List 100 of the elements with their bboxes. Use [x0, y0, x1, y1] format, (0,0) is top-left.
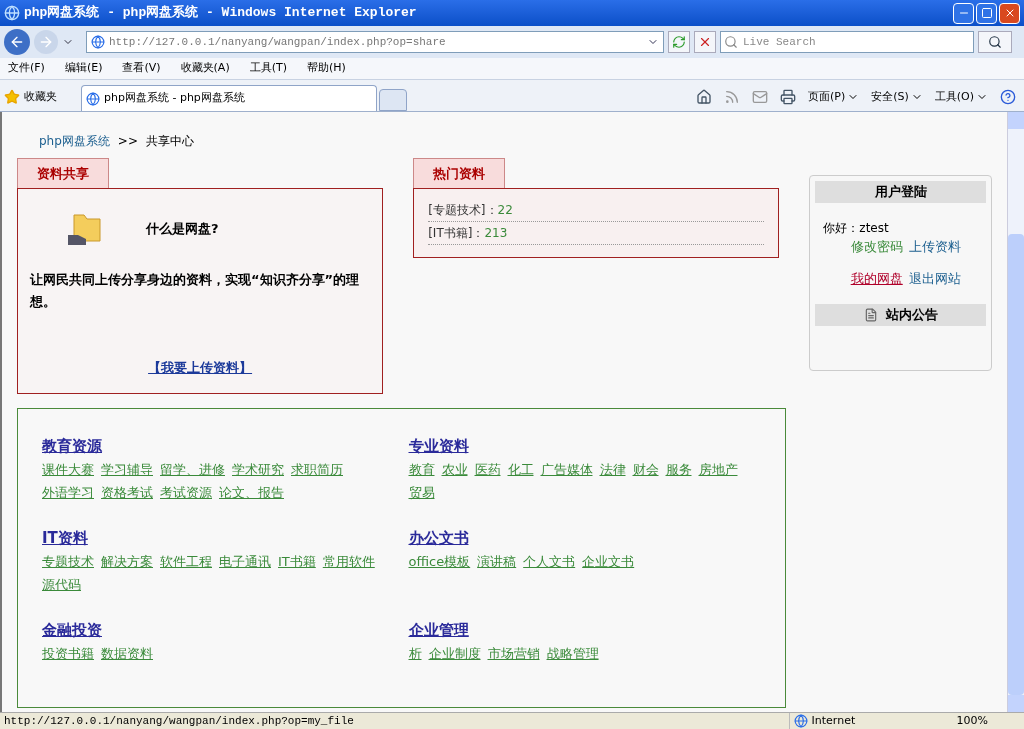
count-text: 22 [497, 202, 513, 219]
category-link[interactable]: office模板 [408, 551, 471, 571]
category-link[interactable]: 教育 [408, 459, 435, 479]
category-link[interactable]: 企业文书 [582, 551, 635, 571]
box-title: 用户登陆 [815, 181, 986, 203]
category-link[interactable]: 房地产 [698, 459, 738, 479]
browser-icon [4, 5, 20, 21]
browser-tab[interactable]: php网盘系统 - php网盘系统 [81, 85, 377, 111]
category-link[interactable]: 源代码 [42, 575, 81, 595]
category-link[interactable]: 课件大赛 [42, 459, 94, 479]
refresh-icon [672, 35, 686, 49]
category-link[interactable]: 农业 [441, 459, 468, 479]
category-link[interactable]: 留学、进修 [160, 459, 225, 479]
category-link[interactable]: 考试资源 [160, 483, 212, 503]
greeting-text: 你好：ztest [822, 220, 890, 237]
account-link[interactable]: 修改密码 [850, 237, 903, 257]
command-menu[interactable]: 工具(O) [934, 88, 988, 106]
category-link[interactable]: 资格考试 [101, 483, 153, 503]
maximize-button[interactable] [976, 2, 997, 24]
breadcrumb-current: 共享中心 [145, 133, 194, 150]
category-link[interactable]: 电子通讯 [219, 551, 271, 571]
category-link[interactable]: 财会 [632, 459, 659, 479]
category-link[interactable]: 数据资料 [101, 643, 153, 663]
stop-button[interactable] [694, 31, 716, 53]
new-tab-button[interactable] [379, 89, 407, 111]
favorites-star-icon[interactable] [4, 89, 20, 105]
category-link[interactable]: 投资书籍 [42, 643, 94, 663]
notice-title-text: 站内公告 [885, 306, 938, 325]
close-button[interactable] [999, 2, 1020, 24]
category-title[interactable]: 教育资源 [42, 437, 102, 455]
menu-item[interactable]: 帮助(H) [307, 60, 346, 77]
category-link[interactable]: 演讲稿 [477, 551, 517, 571]
category-link[interactable]: 医药 [474, 459, 501, 479]
category-link[interactable]: 战略管理 [546, 643, 599, 663]
menu-item[interactable]: 收藏夹(A) [180, 60, 230, 77]
breadcrumb-link[interactable]: php网盘系统 [39, 132, 110, 150]
stop-icon [698, 35, 712, 49]
category-link[interactable]: 学习辅导 [101, 459, 153, 479]
zoom-level[interactable]: 100% [956, 712, 1020, 729]
menu-item[interactable]: 查看(V) [122, 60, 161, 77]
feed-icon[interactable] [723, 89, 740, 105]
category-link[interactable]: 学术研究 [232, 459, 284, 479]
category-title[interactable]: 办公文书 [408, 529, 469, 547]
panel-heading: 什么是网盘? [146, 220, 219, 239]
account-link[interactable]: 我的网盘 [850, 268, 903, 288]
search-icon [988, 35, 1002, 49]
page-globe-icon [86, 91, 100, 106]
category-link[interactable]: 求职简历 [291, 459, 343, 479]
maximize-icon [980, 7, 993, 19]
category-link[interactable]: 软件工程 [160, 551, 212, 571]
address-field[interactable]: http://127.0.0.1/nanyang/wangpan/index.php?op=share [86, 31, 664, 53]
account-link[interactable]: 退出网站 [908, 268, 961, 288]
search-field[interactable]: Live Search [720, 31, 974, 53]
command-menu[interactable]: 安全(S) [871, 88, 923, 106]
favorites-button[interactable]: 收藏夹 [24, 88, 57, 106]
help-icon[interactable] [1000, 89, 1016, 105]
back-button[interactable] [4, 29, 30, 55]
category-link[interactable]: 法律 [599, 459, 626, 479]
menu-item[interactable]: 文件(F) [8, 60, 45, 77]
category-link[interactable]: 论文、报告 [219, 483, 284, 503]
zone-text: Internet [811, 712, 856, 729]
refresh-button[interactable] [668, 31, 690, 53]
category-link[interactable]: 企业制度 [428, 643, 481, 663]
category-title[interactable]: 金融投资 [42, 621, 102, 639]
scrollbar[interactable] [1007, 112, 1024, 712]
page-globe-icon [91, 35, 105, 49]
category-label: [IT书籍]： [428, 225, 485, 242]
category-link[interactable]: 贸易 [408, 483, 435, 503]
print-icon[interactable] [779, 89, 796, 105]
category-title[interactable]: 企业管理 [408, 621, 469, 639]
account-link[interactable]: 上传资料 [908, 237, 961, 257]
notice-icon [863, 308, 878, 322]
category-link[interactable]: 外语学习 [42, 483, 94, 503]
home-icon[interactable] [695, 89, 712, 105]
count-text: 213 [484, 225, 508, 242]
upload-link[interactable]: 【我要上传资料】 [148, 357, 253, 377]
category-label: [专题技术]： [428, 202, 498, 219]
menu-item[interactable]: 编辑(E) [64, 60, 103, 77]
command-menu[interactable]: 页面(P) [807, 88, 860, 106]
internet-zone-icon [793, 714, 808, 728]
description-text: 让网民共同上传分享身边的资料，实现“知识齐分享”的理想。 [28, 271, 361, 311]
category-link[interactable]: 化工 [507, 459, 534, 479]
category-link[interactable]: IT书籍 [278, 551, 316, 571]
category-title[interactable]: 专业资料 [408, 437, 469, 455]
category-link[interactable]: 个人文书 [523, 551, 576, 571]
menu-item[interactable]: 工具(T) [249, 60, 287, 77]
mail-icon[interactable] [751, 89, 768, 105]
category-link[interactable]: 解决方案 [101, 551, 153, 571]
category-link[interactable]: 广告媒体 [540, 459, 593, 479]
category-title[interactable]: IT资料 [42, 529, 88, 547]
minimize-button[interactable] [953, 2, 974, 24]
category-link[interactable]: 析 [408, 643, 422, 663]
category-link[interactable]: 专题技术 [42, 551, 94, 571]
status-url: http://127.0.0.1/nanyang/wangpan/index.php?op=my_file [4, 713, 354, 729]
forward-arrow-icon [38, 34, 54, 50]
category-link[interactable]: 常用软件 [322, 551, 375, 571]
category-link[interactable]: 服务 [665, 459, 692, 479]
search-icon [724, 35, 738, 49]
search-button[interactable] [978, 31, 1012, 53]
category-link[interactable]: 市场营销 [487, 643, 540, 663]
